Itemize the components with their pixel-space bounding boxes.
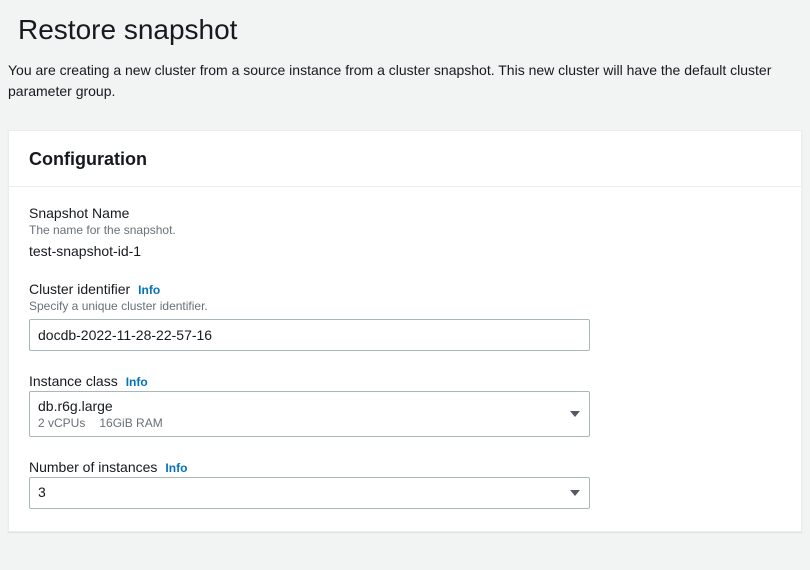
instance-class-label: Instance class [29,373,118,389]
page-description: You are creating a new cluster from a so… [8,60,792,102]
instance-class-ram: 16GiB RAM [99,416,162,430]
snapshot-name-label: Snapshot Name [29,205,129,221]
cluster-identifier-label: Cluster identifier [29,281,130,297]
number-of-instances-label: Number of instances [29,459,157,475]
number-of-instances-info-link[interactable]: Info [165,461,187,475]
cluster-identifier-hint: Specify a unique cluster identifier. [29,299,781,313]
cluster-identifier-field: Cluster identifier Info Specify a unique… [29,281,781,351]
panel-title: Configuration [29,149,781,170]
snapshot-name-field: Snapshot Name The name for the snapshot.… [29,205,781,259]
instance-class-sub: 2 vCPUs 16GiB RAM [38,416,559,430]
number-of-instances-field: Number of instances Info 3 [29,459,781,509]
page-title: Restore snapshot [18,14,802,46]
panel-body: Snapshot Name The name for the snapshot.… [9,187,801,531]
snapshot-name-value: test-snapshot-id-1 [29,243,781,259]
snapshot-name-hint: The name for the snapshot. [29,223,781,237]
instance-class-select[interactable]: db.r6g.large 2 vCPUs 16GiB RAM [29,391,590,437]
instance-class-info-link[interactable]: Info [126,375,148,389]
instance-class-field: Instance class Info db.r6g.large 2 vCPUs… [29,373,781,437]
configuration-panel: Configuration Snapshot Name The name for… [8,130,802,532]
panel-header: Configuration [9,131,801,187]
number-of-instances-value: 3 [38,484,46,501]
cluster-identifier-info-link[interactable]: Info [138,283,160,297]
instance-class-value: db.r6g.large [38,398,559,415]
cluster-identifier-input[interactable] [29,319,590,351]
instance-class-cpu: 2 vCPUs [38,416,85,430]
number-of-instances-select[interactable]: 3 [29,477,590,509]
